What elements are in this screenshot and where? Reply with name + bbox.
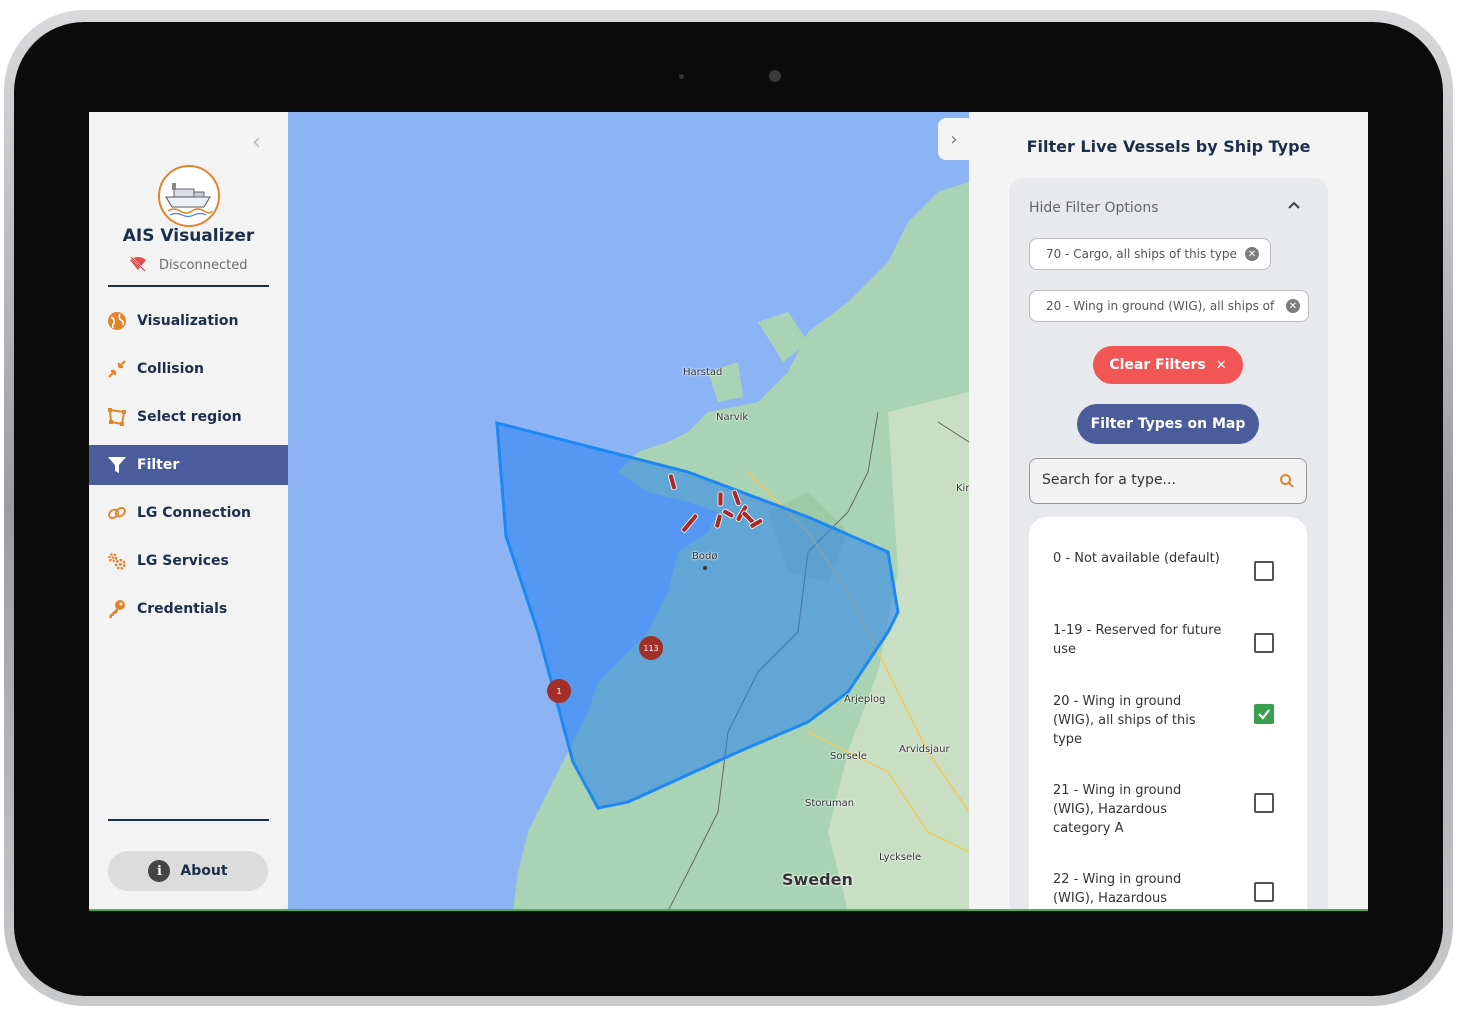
vessel-cluster[interactable]: 1 [547,679,571,703]
type-label: 20 - Wing in ground (WIG), all ships of … [1053,694,1196,747]
gears-icon [107,551,127,571]
map-place-label: Sorsele [830,751,867,762]
app-title: AIS Visualizer [122,226,255,246]
globe-icon [107,311,127,331]
clear-filters-label: Clear Filters [1109,357,1206,373]
bottom-accent-line [89,909,1368,911]
type-checkbox[interactable] [1254,633,1274,653]
map-country-label: Sweden [782,870,853,889]
type-checkbox[interactable] [1254,793,1274,813]
hide-filter-options-toggle[interactable]: Hide Filter Options [1029,200,1159,216]
type-checkbox[interactable] [1254,561,1274,581]
filter-icon [107,455,127,475]
search-icon[interactable] [1279,473,1295,489]
type-label: 22 - Wing in ground (WIG), Hazardous cat… [1053,872,1182,911]
map-place-label: Lycksele [879,852,922,863]
nav-label: Collision [137,361,205,377]
nav-collision[interactable]: Collision [89,349,288,389]
nav-label: Visualization [137,313,239,329]
type-checkbox[interactable] [1254,704,1274,724]
nav-label: LG Services [137,553,229,569]
divider [108,819,269,821]
about-button[interactable]: i About [108,851,268,891]
collapse-panel-icon[interactable]: › [938,118,970,160]
sidebar: ‹ AIS Visualizer Disconnected Visualizat… [89,112,288,911]
nav-label: Select region [137,409,242,425]
nav-credentials[interactable]: Credentials [89,589,288,629]
selected-type-chip[interactable]: 70 - Cargo, all ships of this type ✕ [1029,238,1271,270]
map-place-label: Bodø [692,551,718,562]
chip-label: 70 - Cargo, all ships of this type [1046,247,1237,261]
filter-types-button[interactable]: Filter Types on Map [1077,404,1259,444]
chip-label: 20 - Wing in ground (WIG), all ships of … [1046,299,1278,313]
nav-select-region[interactable]: Select region [89,397,288,437]
type-search [1029,458,1307,504]
map-place-label: Kir [956,483,969,494]
map-place-label: Arjeplog [844,694,886,705]
connection-status: Disconnected [159,258,248,273]
clear-filters-button[interactable]: Clear Filters ✕ [1093,346,1243,384]
panel-title: Filter Live Vessels by Ship Type [1026,137,1311,156]
type-label: 1-19 - Reserved for future use [1053,623,1222,657]
filter-panel: Filter Live Vessels by Ship Type Hide Fi… [969,112,1368,911]
camera-lens [769,70,781,82]
key-icon [107,599,127,619]
map-place-label: Harstad [683,367,723,378]
ship-type-list: 0 - Not available (default) 1-19 - Reser… [1029,517,1307,911]
chevron-up-icon[interactable] [1287,198,1301,216]
selected-type-chip[interactable]: 20 - Wing in ground (WIG), all ships of … [1029,290,1309,322]
check-icon [1258,709,1270,720]
collision-icon [107,359,127,379]
nav-label: LG Connection [137,505,251,521]
disconnected-icon [129,256,147,272]
nav-label: Filter [137,457,180,473]
vessel-cluster[interactable]: 113 [639,636,663,660]
close-icon: ✕ [1215,357,1227,373]
remove-chip-icon[interactable]: ✕ [1244,247,1259,261]
type-checkbox[interactable] [1254,882,1274,902]
app-screen: ‹ AIS Visualizer Disconnected Visualizat… [89,112,1368,911]
about-label: About [180,863,228,879]
remove-chip-icon[interactable]: ✕ [1286,299,1300,313]
nav-lg-services[interactable]: LG Services [89,541,288,581]
app-logo [158,165,220,227]
nav-visualization[interactable]: Visualization [89,301,288,341]
nav-filter[interactable]: Filter [89,445,288,485]
sensor-dot [679,74,684,79]
type-label: 0 - Not available (default) [1053,551,1220,566]
select-region-icon [107,407,127,427]
collapse-sidebar-icon[interactable]: ‹ [252,130,261,155]
filter-options-card: Hide Filter Options 70 - Cargo, all ship… [1009,178,1328,911]
type-label: 21 - Wing in ground (WIG), Hazardous cat… [1053,783,1182,836]
map-place-label: Arvidsjaur [899,744,950,755]
info-icon: i [148,860,171,882]
nav-lg-connection[interactable]: LG Connection [89,493,288,533]
map-view[interactable]: Harstad Narvik Kir Bodø Arjeplog Arvidsj… [288,112,969,911]
divider [108,285,269,287]
type-search-input[interactable] [1040,471,1274,489]
link-icon [107,503,127,523]
map-place-label: Narvik [716,412,749,423]
map-canvas [495,182,969,911]
map-place-label: Storuman [805,798,855,809]
nav-label: Credentials [137,601,228,617]
